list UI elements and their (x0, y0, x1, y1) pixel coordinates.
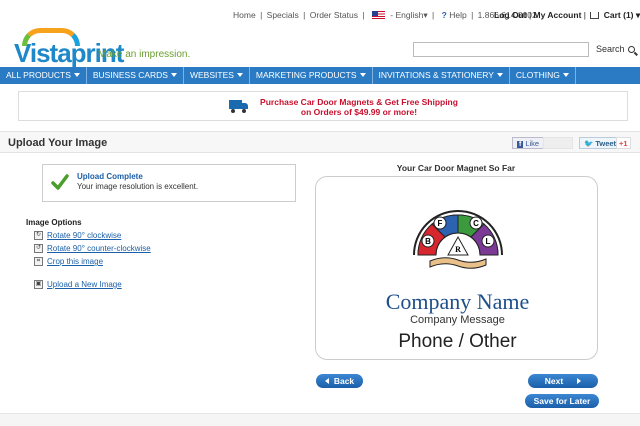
emblem-letter: C (473, 219, 479, 228)
page-header: Upload Your Image f Like 🐦 Tweet +1 (0, 131, 640, 153)
google-plus-button[interactable]: +1 (616, 137, 631, 149)
emblem-letter: F (438, 219, 443, 228)
search-input[interactable] (413, 42, 589, 57)
company-message: Company Message (410, 314, 505, 326)
upload-status-message: Your image resolution is excellent. (77, 182, 199, 191)
crop-option[interactable]: ⌗ Crop this image (26, 255, 151, 268)
rotate-cw-icon: ↻ (34, 231, 43, 240)
chevron-down-icon (236, 73, 243, 77)
facebook-like-button[interactable]: f Like (512, 137, 545, 149)
upload-new-option[interactable]: ▣ Upload a New Image (26, 278, 151, 291)
chevron-down-icon (170, 73, 177, 77)
like-count (543, 137, 573, 149)
preview-title: Your Car Door Magnet So Far (396, 163, 516, 173)
truck-icon (229, 100, 249, 113)
company-name: Company Name (385, 289, 530, 314)
footer-strip (0, 413, 640, 426)
cart-link[interactable]: Cart (1) (604, 10, 634, 20)
nav-clothing[interactable]: CLOTHING (510, 67, 576, 84)
chevron-down-icon (496, 73, 503, 77)
crop-link[interactable]: Crop this image (47, 257, 103, 266)
rotate-ccw-icon: ↺ (34, 244, 43, 253)
main-nav: ALL PRODUCTS BUSINESS CARDS WEBSITES MAR… (0, 67, 640, 84)
order-status-link[interactable]: Order Status (310, 10, 358, 20)
nav-marketing-products[interactable]: MARKETING PRODUCTS (250, 67, 373, 84)
save-for-later-button[interactable]: Save for Later (525, 394, 599, 408)
magnet-preview: B F C L R Company Name Company Message P… (315, 176, 598, 360)
rotate-counter-clockwise-link[interactable]: Rotate 90° counter-clockwise (47, 244, 151, 253)
rotate-counter-clockwise-option[interactable]: ↺ Rotate 90° counter-clockwise (26, 242, 151, 255)
facebook-icon: f (517, 141, 524, 148)
my-account-link[interactable]: My Account (534, 10, 582, 20)
cart-icon (590, 12, 600, 19)
chevron-down-icon (73, 73, 80, 77)
language-selector[interactable]: - English▾ (390, 10, 427, 21)
cart-caret[interactable]: ▾ (636, 10, 640, 20)
account-links: Log Out | My Account | Cart (1) ▾ (494, 10, 640, 20)
chevron-down-icon (562, 73, 569, 77)
upload-new-link[interactable]: Upload a New Image (47, 280, 122, 289)
nav-websites[interactable]: WEBSITES (184, 67, 250, 84)
arrow-left-icon (324, 378, 329, 384)
rotate-clockwise-link[interactable]: Rotate 90° clockwise (47, 231, 121, 240)
chevron-down-icon (359, 73, 366, 77)
crop-icon: ⌗ (34, 257, 43, 266)
rotate-clockwise-option[interactable]: ↻ Rotate 90° clockwise (26, 229, 151, 242)
nav-invitations-stationery[interactable]: INVITATIONS & STATIONERY (373, 67, 510, 84)
upload-status-box: Upload Complete Your image resolution is… (42, 164, 296, 202)
utility-bar: Home | Specials | Order Status | - Engli… (0, 8, 640, 24)
tweet-button[interactable]: 🐦 Tweet (579, 137, 622, 149)
vistaprint-logo[interactable]: Vistaprint Make an impression. (14, 28, 204, 68)
upload-image-icon: ▣ (34, 280, 43, 289)
specials-link[interactable]: Specials (267, 10, 299, 20)
logo-tagline: Make an impression. (98, 49, 191, 60)
nav-business-cards[interactable]: BUSINESS CARDS (87, 67, 184, 84)
search-icon (627, 46, 635, 53)
checkmark-icon (51, 173, 69, 191)
emblem-letter: R (455, 245, 461, 254)
utility-links: Home | Specials | Order Status | - Engli… (233, 10, 537, 21)
logout-link[interactable]: Log Out (494, 10, 527, 20)
arrow-right-icon (577, 378, 582, 384)
upload-status-title: Upload Complete (77, 172, 143, 181)
page-title: Upload Your Image (8, 137, 108, 149)
help-link[interactable]: Help (449, 10, 466, 20)
twitter-bird-icon: 🐦 (584, 139, 594, 148)
nav-all-products[interactable]: ALL PRODUCTS (0, 67, 87, 84)
emblem-letter: B (425, 237, 431, 246)
emblem-letter: L (486, 237, 491, 246)
image-options-title: Image Options (26, 218, 82, 227)
image-options: Image Options ↻ Rotate 90° clockwise ↺ Rot… (26, 218, 151, 291)
next-button[interactable]: Next (528, 374, 598, 388)
us-flag-icon (371, 11, 385, 19)
promo-banner[interactable]: Purchase Car Door Magnets & Get Free Shi… (18, 91, 628, 121)
promo-text: Purchase Car Door Magnets & Get Free Shi… (260, 97, 458, 117)
phone-other: Phone / Other (398, 331, 517, 352)
help-icon: ? (441, 10, 447, 20)
back-button[interactable]: Back (316, 374, 363, 388)
home-link[interactable]: Home (233, 10, 256, 20)
emblem-image: B F C L R (413, 210, 503, 269)
search-button[interactable]: Search (590, 41, 640, 58)
